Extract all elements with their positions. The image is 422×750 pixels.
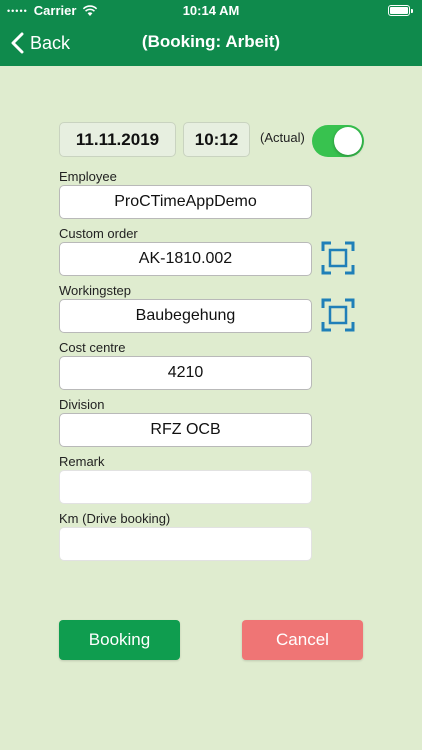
division-field[interactable]: RFZ OCB [59, 413, 312, 447]
actual-label: (Actual) [260, 130, 305, 145]
division-label: Division [59, 397, 105, 412]
status-time: 10:14 AM [182, 3, 240, 18]
cost-centre-label: Cost centre [59, 340, 126, 355]
toggle-knob [334, 127, 362, 155]
booking-button[interactable]: Booking [59, 620, 180, 660]
scan-frame-icon [321, 241, 355, 275]
employee-field[interactable]: ProCTimeAppDemo [59, 185, 312, 219]
workingstep-field[interactable]: Baubegehung [59, 299, 312, 333]
nav-bar: Back (Booking: Arbeit) [0, 20, 422, 66]
scan-frame-icon [321, 298, 355, 332]
custom-order-field[interactable]: AK-1810.002 [59, 242, 312, 276]
time-field[interactable]: 10:12 [183, 122, 250, 157]
km-label: Km (Drive booking) [59, 511, 171, 526]
cancel-button[interactable]: Cancel [242, 620, 363, 660]
cost-centre-field[interactable]: 4210 [59, 356, 312, 390]
header: ••••• Carrier 10:14 AM Back (Booking: Ar… [0, 0, 422, 66]
custom-order-label: Custom order [59, 226, 138, 241]
remark-label: Remark [59, 454, 105, 469]
workingstep-label: Workingstep [59, 283, 132, 298]
custom-order-scan-button[interactable] [321, 241, 355, 275]
remark-field[interactable] [59, 470, 312, 504]
employee-label: Employee [59, 169, 117, 184]
battery-icon [388, 5, 413, 16]
actual-toggle[interactable] [312, 125, 364, 157]
page-title: (Booking: Arbeit) [141, 32, 281, 51]
status-bar: ••••• Carrier 10:14 AM [0, 0, 422, 20]
workingstep-scan-button[interactable] [321, 298, 355, 332]
km-field[interactable] [59, 527, 312, 561]
date-field[interactable]: 11.11.2019 [59, 122, 176, 157]
